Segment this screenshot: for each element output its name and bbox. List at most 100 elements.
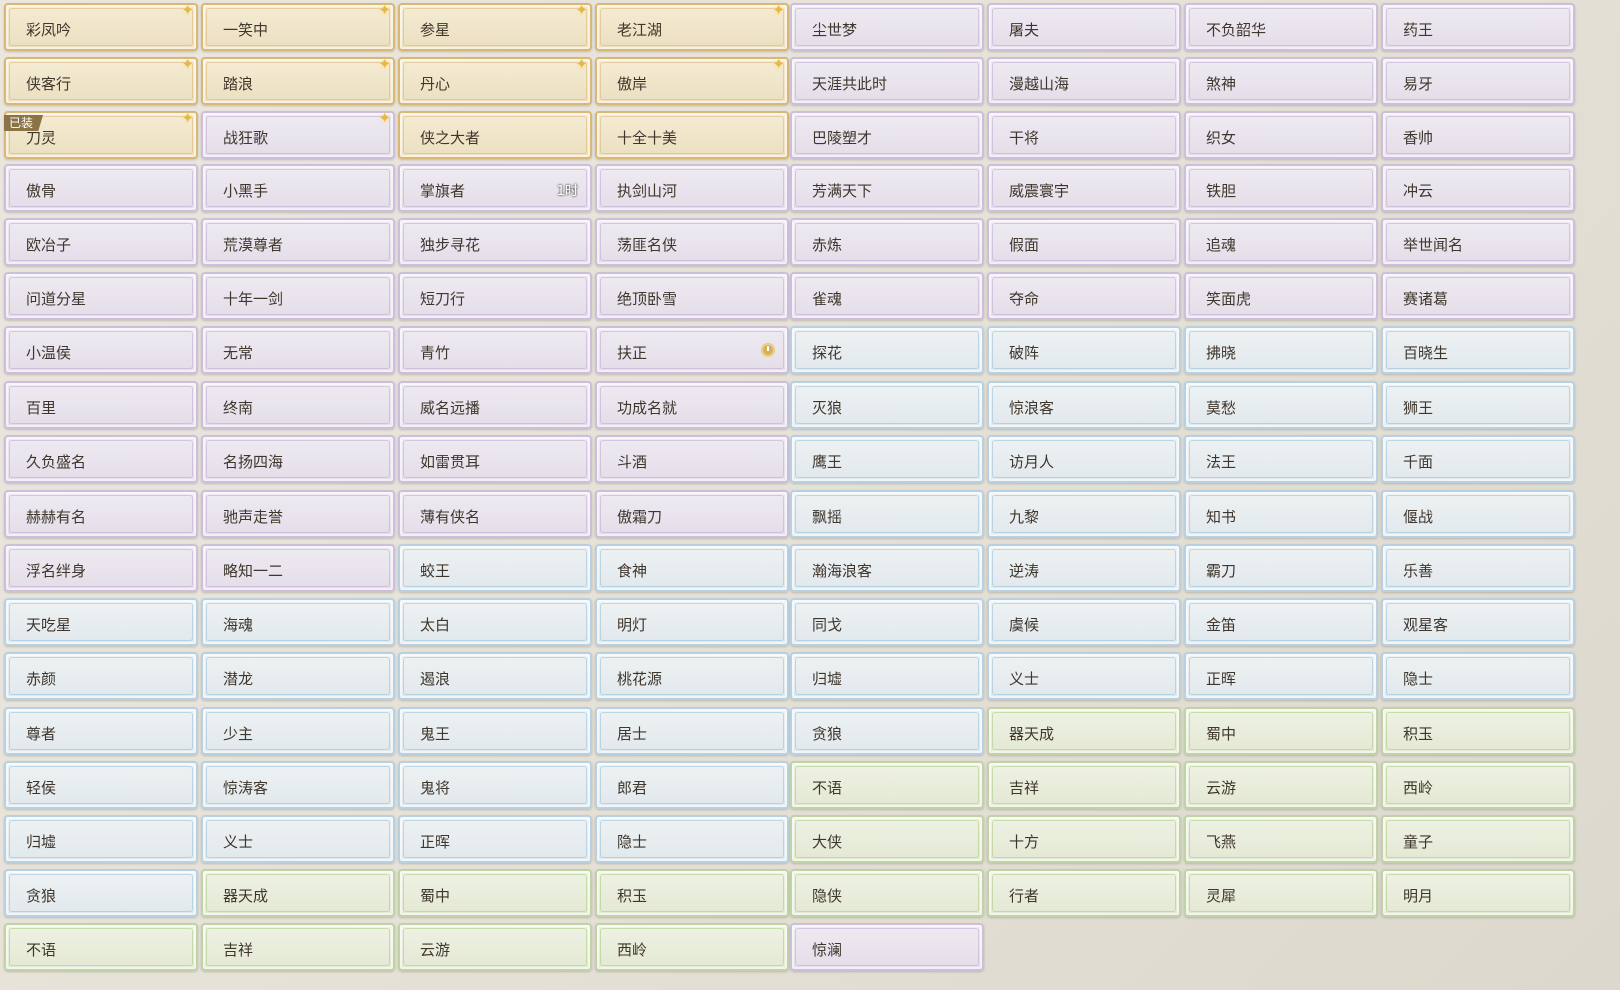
title-card[interactable]: 天涯共此时	[790, 57, 984, 105]
title-card[interactable]: 巴陵塑才	[790, 111, 984, 159]
title-card[interactable]: 虞候	[987, 598, 1181, 646]
title-card[interactable]: 赛诸葛	[1381, 272, 1575, 320]
title-card[interactable]: 逆涛	[987, 544, 1181, 592]
title-card[interactable]: 举世闻名	[1381, 218, 1575, 266]
title-card[interactable]: 老江湖 ✦	[595, 2, 789, 51]
title-card[interactable]: 千面	[1381, 435, 1575, 483]
title-card[interactable]: 吉祥	[201, 923, 395, 971]
title-card[interactable]: 积玉	[595, 869, 789, 917]
title-card[interactable]: 百晓生	[1381, 326, 1575, 374]
title-card[interactable]: 刀灵 ✦ 已装	[4, 110, 198, 159]
title-card[interactable]: 隐士	[595, 815, 789, 863]
title-card[interactable]: 遏浪	[398, 652, 592, 700]
title-card[interactable]: 功成名就	[595, 381, 789, 429]
title-card[interactable]: 桃花源	[595, 652, 789, 700]
title-card[interactable]: 煞神	[1184, 57, 1378, 105]
title-card[interactable]: 不语	[4, 923, 198, 971]
title-card[interactable]: 不负韶华	[1184, 3, 1378, 51]
title-card[interactable]: 灵犀	[1184, 869, 1378, 917]
title-card[interactable]: 略知一二	[201, 544, 395, 592]
title-card[interactable]: 易牙	[1381, 57, 1575, 105]
title-card[interactable]: 漫越山海	[987, 57, 1181, 105]
title-card[interactable]: 冲云	[1381, 164, 1575, 212]
title-card[interactable]: 十年一剑	[201, 272, 395, 320]
title-card[interactable]: 西岭	[1381, 761, 1575, 809]
title-card[interactable]: 器天成	[987, 707, 1181, 755]
title-card[interactable]: 战狂歌 ✦	[201, 110, 395, 159]
title-card[interactable]: 夺命	[987, 272, 1181, 320]
title-card[interactable]: 青竹	[398, 326, 592, 374]
title-card[interactable]: 西岭	[595, 923, 789, 971]
title-card[interactable]: 荒漠尊者	[201, 218, 395, 266]
title-card[interactable]: 拂晓	[1184, 326, 1378, 374]
title-card[interactable]: 赫赫有名	[4, 490, 198, 538]
title-card[interactable]: 食神	[595, 544, 789, 592]
title-card[interactable]: 飘摇	[790, 490, 984, 538]
title-card[interactable]: 小黑手	[201, 164, 395, 212]
title-card[interactable]: 百里	[4, 381, 198, 429]
title-card[interactable]: 斗酒	[595, 435, 789, 483]
title-card[interactable]: 赤炼	[790, 218, 984, 266]
title-card[interactable]: 访月人	[987, 435, 1181, 483]
title-card[interactable]: 观星客	[1381, 598, 1575, 646]
title-card[interactable]: 追魂	[1184, 218, 1378, 266]
title-card[interactable]: 偃战	[1381, 490, 1575, 538]
title-card[interactable]: 干将	[987, 111, 1181, 159]
title-card[interactable]: 云游	[1184, 761, 1378, 809]
title-card[interactable]: 乐善	[1381, 544, 1575, 592]
title-card[interactable]: 霸刀	[1184, 544, 1378, 592]
title-card[interactable]: 惊涛客	[201, 761, 395, 809]
title-card[interactable]: 不语	[790, 761, 984, 809]
title-card[interactable]: 终南	[201, 381, 395, 429]
title-card[interactable]: 隐士	[1381, 652, 1575, 700]
title-card[interactable]: 金笛	[1184, 598, 1378, 646]
title-card[interactable]: 欧冶子	[4, 218, 198, 266]
title-card[interactable]: 大侠	[790, 815, 984, 863]
title-card[interactable]: 九黎	[987, 490, 1181, 538]
title-card[interactable]: 短刀行	[398, 272, 592, 320]
title-card[interactable]: 郎君	[595, 761, 789, 809]
title-card[interactable]: 正晖	[398, 815, 592, 863]
title-card[interactable]: 明灯	[595, 598, 789, 646]
title-card[interactable]: 贪狼	[790, 707, 984, 755]
title-card[interactable]: 假面	[987, 218, 1181, 266]
title-card[interactable]: 归墟	[790, 652, 984, 700]
title-card[interactable]: 同戈	[790, 598, 984, 646]
title-card[interactable]: 鹰王	[790, 435, 984, 483]
title-card[interactable]: 鬼将	[398, 761, 592, 809]
title-card[interactable]: 贪狼	[4, 869, 198, 917]
title-card[interactable]: 正晖	[1184, 652, 1378, 700]
title-card[interactable]: 尊者	[4, 707, 198, 755]
title-card[interactable]: 绝顶卧雪	[595, 272, 789, 320]
title-card[interactable]: 薄有侠名	[398, 490, 592, 538]
title-card[interactable]: 海魂	[201, 598, 395, 646]
title-card[interactable]: 铁胆	[1184, 164, 1378, 212]
title-card[interactable]: 侠客行 ✦	[4, 56, 198, 105]
title-card[interactable]: 云游	[398, 923, 592, 971]
title-card[interactable]: 潜龙	[201, 652, 395, 700]
title-card[interactable]: 鬼王	[398, 707, 592, 755]
title-card[interactable]: 天吃星	[4, 598, 198, 646]
title-card[interactable]: 药王	[1381, 3, 1575, 51]
title-card[interactable]: 雀魂	[790, 272, 984, 320]
title-card[interactable]: 居士	[595, 707, 789, 755]
title-card[interactable]: 掌旗者 1时	[398, 164, 592, 212]
title-card[interactable]: 狮王	[1381, 381, 1575, 429]
title-card[interactable]: 积玉	[1381, 707, 1575, 755]
title-card[interactable]: 行者	[987, 869, 1181, 917]
title-card[interactable]: 破阵	[987, 326, 1181, 374]
title-card[interactable]: 轻侯	[4, 761, 198, 809]
title-card[interactable]: 蜀中	[1184, 707, 1378, 755]
title-card[interactable]: 灭狼	[790, 381, 984, 429]
title-card[interactable]: 探花	[790, 326, 984, 374]
title-card[interactable]: 飞燕	[1184, 815, 1378, 863]
title-card[interactable]: 独步寻花	[398, 218, 592, 266]
title-card[interactable]: 踏浪 ✦	[201, 56, 395, 105]
title-card[interactable]: 器天成	[201, 869, 395, 917]
title-card[interactable]: 太白	[398, 598, 592, 646]
title-card[interactable]: 屠夫	[987, 3, 1181, 51]
title-card[interactable]: 尘世梦	[790, 3, 984, 51]
title-card[interactable]: 丹心 ✦	[398, 56, 592, 105]
title-card[interactable]: 赤颜	[4, 652, 198, 700]
title-card[interactable]: 知书	[1184, 490, 1378, 538]
